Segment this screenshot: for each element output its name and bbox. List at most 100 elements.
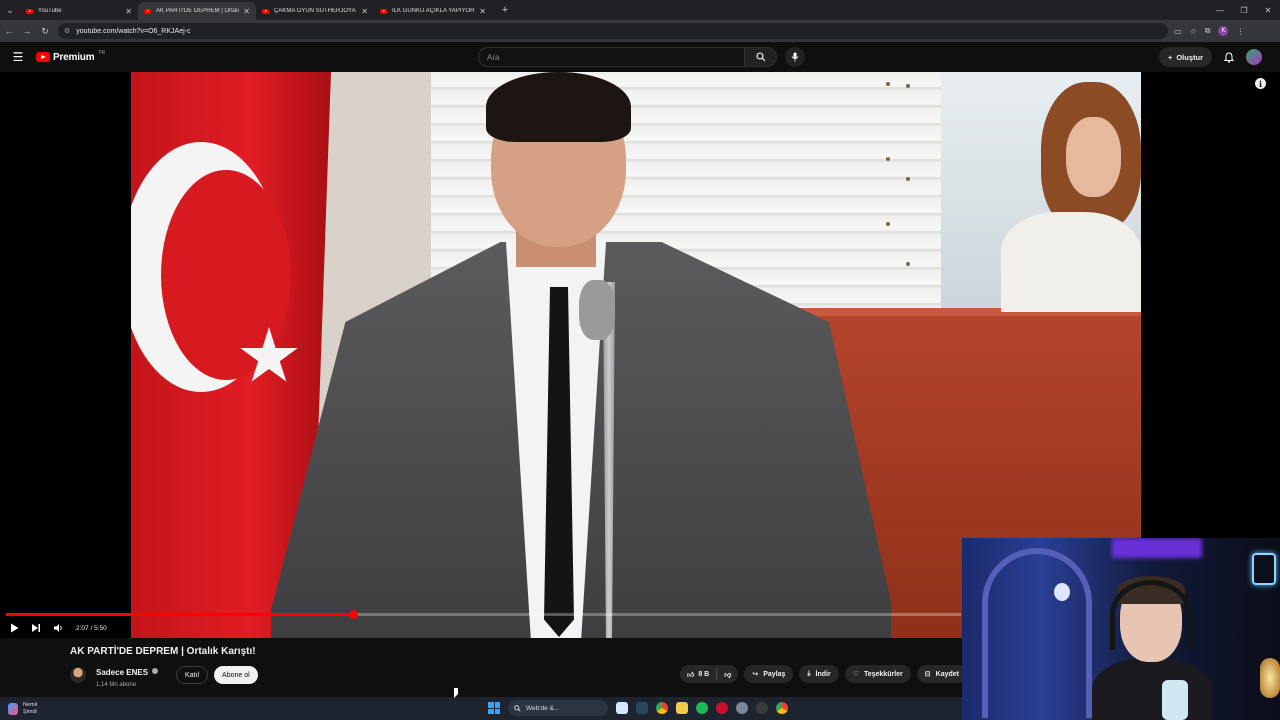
youtube-play-logo-icon (36, 52, 50, 62)
cloud-app-icon[interactable] (616, 702, 628, 714)
progress-fill (6, 613, 353, 616)
subscribe-button[interactable]: Abone ol (214, 666, 258, 684)
volume-icon[interactable] (53, 623, 64, 633)
download-button[interactable]: ⤓ İndir (799, 665, 839, 683)
browser-profile-avatar[interactable]: K (1218, 26, 1229, 36)
channel-avatar[interactable] (70, 667, 86, 683)
dislike-button[interactable]: 👎︎ (717, 665, 738, 683)
tab-title: İLK GÜNKÜ AÇIKLA YAPIYORUM (392, 8, 476, 14)
chrome-icon[interactable] (656, 702, 668, 714)
woman-face (1066, 117, 1121, 197)
address-bar[interactable]: ⚙ youtube.com/watch?v=O6_RKJAej-c (58, 23, 1168, 39)
tab-search-icon[interactable]: ⌄ (0, 0, 20, 20)
windows-start-icon[interactable] (488, 702, 500, 714)
info-icon[interactable]: i (1255, 78, 1266, 89)
tab-close-icon[interactable]: ✕ (361, 7, 368, 16)
youtube-logo[interactable]: Premium TR (36, 50, 106, 63)
save-label: Kaydet (935, 670, 959, 678)
site-info-icon[interactable]: ⚙ (64, 27, 70, 35)
browser-tab-1[interactable]: YouTube ✕ (20, 2, 138, 20)
next-video-icon[interactable] (31, 623, 41, 633)
forward-arrow-icon[interactable]: → (18, 26, 36, 36)
opera-icon[interactable] (716, 702, 728, 714)
browser-toolbar: ← → ↻ ⚙ youtube.com/watch?v=O6_RKJAej-c … (0, 20, 1280, 42)
chrome-profile-icon[interactable] (776, 702, 788, 714)
close-window-icon[interactable]: ✕ (1256, 6, 1280, 15)
like-count: 8 B (698, 670, 710, 678)
download-label: İndir (815, 670, 831, 678)
drink-cup (1162, 680, 1188, 720)
extensions-icon[interactable]: ⧉ (1205, 26, 1211, 36)
weather-line2: Şimdi (23, 708, 37, 715)
share-label: Paylaş (763, 670, 786, 678)
minimize-icon[interactable]: — (1208, 6, 1232, 15)
url-text: youtube.com/watch?v=O6_RKJAej-c (76, 27, 191, 35)
scrubber-handle[interactable] (348, 610, 358, 619)
account-avatar[interactable] (1246, 49, 1262, 65)
new-tab-plus-icon[interactable]: + (496, 4, 514, 16)
speaker-hair (486, 72, 631, 142)
youtube-header: ☰ Premium TR + Oluştur (0, 42, 1280, 72)
settings-gear-icon[interactable] (736, 702, 748, 714)
search-input[interactable] (478, 47, 745, 67)
player-controls: 2:07 / 5:50 (10, 620, 107, 636)
youtube-favicon-icon (26, 8, 33, 14)
save-button[interactable]: ⊟ Kaydet (916, 665, 967, 683)
search-icon (514, 704, 521, 712)
time-current: 2:07 (76, 624, 89, 632)
browser-tab-4[interactable]: İLK GÜNKÜ AÇIKLA YAPIYORUM ✕ (374, 2, 492, 20)
tab-close-icon[interactable]: ✕ (243, 7, 250, 16)
time-display: 2:07 / 5:50 (76, 624, 107, 632)
notifications-bell-icon[interactable] (1224, 51, 1234, 63)
tab-close-icon[interactable]: ✕ (125, 7, 132, 16)
youtube-favicon-icon (262, 8, 269, 14)
reload-icon[interactable]: ↻ (36, 26, 54, 37)
browser-menu-icon[interactable]: ⋮ (1236, 27, 1244, 36)
streamer-body (1092, 658, 1212, 720)
join-button[interactable]: Katıl (176, 666, 209, 684)
restore-icon[interactable]: ❐ (1232, 6, 1256, 15)
bookmark-star-icon[interactable]: ☆ (1190, 27, 1197, 36)
search-box (478, 47, 805, 67)
time-total: 5:50 (94, 624, 107, 632)
voice-search-button[interactable] (785, 47, 805, 67)
channel-row: Sadece ENES 1,14 Mn abone Katıl Abone ol (70, 662, 258, 688)
menu-hamburger-icon[interactable]: ☰ (0, 50, 36, 64)
desk-lamp (1260, 658, 1280, 698)
create-label: Oluştur (1176, 52, 1203, 62)
cast-icon[interactable]: ▭ (1174, 27, 1182, 36)
file-explorer-icon[interactable] (676, 702, 688, 714)
play-icon[interactable] (10, 623, 19, 633)
share-arrow-icon: ↪ (752, 671, 759, 678)
like-button[interactable]: 👍︎ 8 B (680, 665, 716, 683)
like-dislike-group: 👍︎ 8 B 👎︎ (680, 665, 739, 683)
create-button[interactable]: + Oluştur (1158, 47, 1212, 67)
download-icon: ⤓ (807, 670, 811, 677)
headset (1110, 580, 1192, 650)
mouse-cursor-icon (454, 688, 458, 698)
progress-bar[interactable] (6, 610, 961, 619)
tab-close-icon[interactable]: ✕ (479, 7, 486, 16)
weather-widget[interactable]: Nemli Şimdi (8, 702, 37, 716)
header-right: + Oluştur (1158, 47, 1262, 67)
poster-arch (982, 548, 1092, 718)
browser-tab-strip: ⌄ YouTube ✕ AK PARTİ'DE DEPREM | Ortalık… (0, 0, 1280, 20)
subscriber-count: 1,14 Mn abone (96, 682, 137, 688)
channel-name[interactable]: Sadece ENES (96, 668, 148, 677)
tab-title: AK PARTİ'DE DEPREM | Ortalık (156, 8, 240, 14)
steam-icon[interactable] (636, 702, 648, 714)
thanks-button[interactable]: ♡ Teşekkürler (844, 665, 911, 683)
thanks-heart-icon: ♡ (852, 671, 859, 678)
logo-region: TR (98, 50, 106, 56)
spotify-icon[interactable] (696, 702, 708, 714)
back-arrow-icon[interactable]: ← (0, 26, 18, 36)
share-button[interactable]: ↪ Paylaş (744, 665, 794, 683)
search-button[interactable] (745, 47, 777, 67)
search-icon (755, 52, 765, 62)
verified-check-icon (152, 667, 159, 674)
browser-tab-2[interactable]: AK PARTİ'DE DEPREM | Ortalık ✕ (138, 2, 256, 20)
browser-tab-3[interactable]: ÇAKMA OYUN SUTHERJOYA ✕ (256, 2, 374, 20)
obs-icon[interactable] (756, 702, 768, 714)
youtube-favicon-icon (144, 8, 151, 14)
taskbar-search[interactable]: Web'de &... (508, 700, 608, 716)
